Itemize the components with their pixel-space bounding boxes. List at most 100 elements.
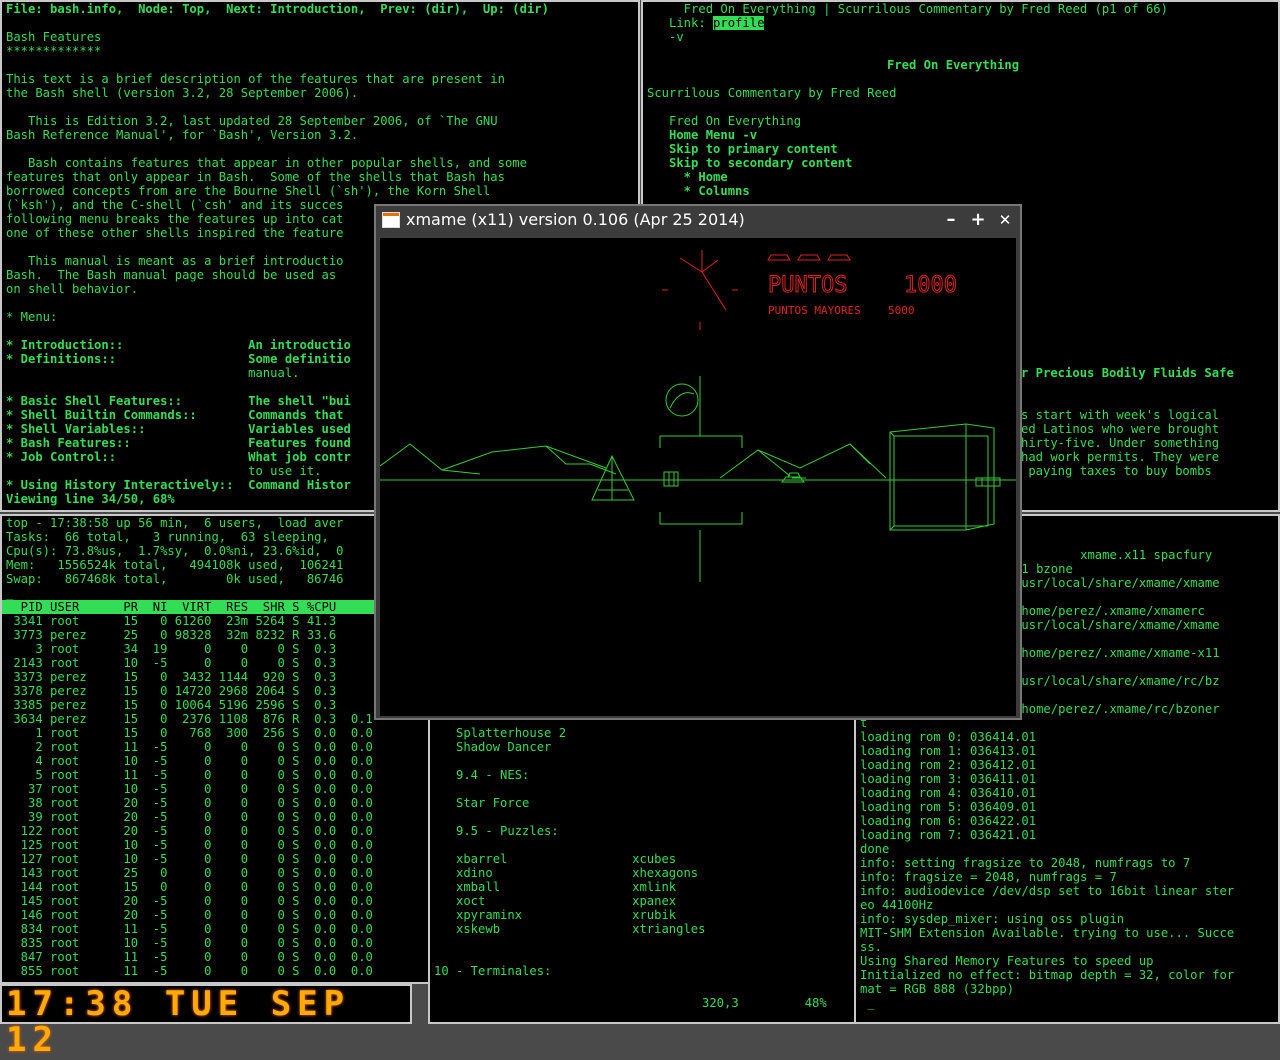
clock-display: 17:38 TUE SEP 12 [0, 984, 412, 1058]
log-line: info: fragsize = 2048, numfrags = 7 [860, 870, 1117, 884]
info-line [2, 142, 638, 156]
xmame-title: xmame (x11) version 0.106 (Apr 25 2014) [406, 210, 745, 229]
doc-line: xpyraminx xrubik [434, 908, 677, 922]
table-row: 37 root 10 -5 0 0 0 S 0.0 0.0 [6, 782, 373, 796]
table-row: 847 root 11 -5 0 0 0 S 0.0 0.0 [6, 950, 373, 964]
info-line [2, 58, 638, 72]
lynx-v-line: -v [647, 30, 684, 44]
info-line: the Bash shell (version 3.2, 28 Septembe… [6, 86, 359, 100]
log-line: Using Shared Memory Features to speed up [860, 954, 1154, 968]
table-row: 3385 perez 15 0 10064 5196 2596 S 0.3 [6, 698, 337, 712]
doc-status-pct: 48% [804, 996, 827, 1010]
table-row: 39 root 20 -5 0 0 0 S 0.0 0.0 [6, 810, 373, 824]
lynx-heading: Fred On Everything [887, 58, 1020, 72]
doc-line: Star Force [434, 796, 530, 810]
lynx-nav-item: Skip to secondary content [647, 156, 853, 170]
lynx-body-line: hirty-five. Under something [1021, 436, 1220, 450]
xmame-titlebar[interactable]: xmame (x11) version 0.106 (Apr 25 2014) … [376, 206, 1020, 234]
top-summary-line: Cpu(s): 73.8%us, 1.7%sy, 0.0%ni, 23.6%id… [6, 544, 344, 558]
top-terminal[interactable]: top - 17:38:58 up 56 min, 6 users, load … [0, 514, 430, 984]
lynx-body-line: ed Latinos who were brought [1021, 422, 1220, 436]
table-row: 3 root 34 19 0 0 0 S 0.3 [6, 642, 337, 656]
doc-line [430, 838, 854, 852]
table-row: 1 root 15 0 768 300 256 S 0.0 0.0 [6, 726, 373, 740]
log-line: done [860, 842, 890, 856]
table-row: 146 root 20 -5 0 0 0 S 0.0 0.0 [6, 908, 373, 922]
log-line: loading rom 0: 036414.01 [860, 730, 1037, 744]
log-line: loading rom 5: 036409.01 [860, 800, 1037, 814]
table-row: 835 root 10 -5 0 0 0 S 0.0 0.0 [6, 936, 373, 950]
log-line: loading rom 4: 036410.01 [860, 786, 1037, 800]
log-line: _ [860, 996, 875, 1010]
table-row: 125 root 10 -5 0 0 0 S 0.0 0.0 [6, 838, 373, 852]
table-row: 122 root 20 -5 0 0 0 S 0.0 0.0 [6, 824, 373, 838]
top-summary-line: top - 17:38:58 up 56 min, 6 users, load … [6, 516, 344, 530]
info-line: borrowed concepts from are the Bourne Sh… [6, 184, 491, 198]
table-row: 38 root 20 -5 0 0 0 S 0.0 0.0 [6, 796, 373, 810]
cube-obstacle [889, 423, 995, 531]
log-line: info: setting fragsize to 2048, numfrags… [860, 856, 1191, 870]
doc-status-pos: 320,3 [702, 996, 739, 1010]
doc-line: Shadow Dancer [434, 740, 552, 754]
log-line: ss. [860, 940, 883, 954]
lynx-nav-item: Home Menu -v [647, 128, 758, 142]
score-value: 1000 [904, 273, 957, 298]
doc-line [430, 810, 854, 824]
info-line: This is Edition 3.2, last updated 28 Sep… [6, 114, 498, 128]
table-row: 3634 perez 15 0 2376 1108 876 R 0.3 0.1 [6, 712, 373, 726]
table-row: 3373 perez 15 0 3432 1144 920 S 0.3 [6, 670, 337, 684]
table-row: 2 root 11 -5 0 0 0 S 0.0 0.0 [6, 740, 373, 754]
doc-line [430, 782, 854, 796]
lynx-title-line: Fred On Everything | Scurrilous Commenta… [647, 2, 1168, 16]
moon-icon [665, 383, 699, 417]
table-row: 145 root 20 -5 0 0 0 S 0.0 0.0 [6, 894, 373, 908]
info-line: features that only appear in Bash. Some … [6, 170, 505, 184]
lynx-link-value[interactable]: profile [713, 16, 765, 30]
info-header: File: bash.info, Node: Top, Next: Introd… [6, 2, 549, 16]
game-vector-display: PUNTOS 1000 PUNTOS MAYORES 5000 [379, 250, 1016, 582]
game-screen[interactable]: PUNTOS 1000 PUNTOS MAYORES 5000 [379, 238, 1016, 716]
lynx-link-line: Link: profile [643, 16, 1278, 30]
doc-status-line: 320,3 48% [430, 996, 831, 1010]
log-line: loading rom 6: 036422.01 [860, 814, 1037, 828]
lynx-link-label: Link: [647, 16, 714, 30]
crosshair-icon [659, 376, 743, 582]
doc-line: xbarrel xcubes [434, 852, 677, 866]
pyramid-obstacle [591, 454, 635, 501]
lynx-nav: Fred On Everything Home Menu -v Skip to … [643, 114, 1278, 198]
log-line: eo 44100Hz [860, 898, 934, 912]
info-line: ************* [6, 44, 102, 58]
top-summary-line: _ [6, 586, 14, 600]
table-row: 144 root 15 0 0 0 0 S 0.0 0.0 [6, 880, 373, 894]
info-line: Bash Reference Manual', for `Bash', Vers… [6, 128, 359, 142]
doc-line [430, 754, 854, 768]
top-summary-line: Mem: 1556524k total, 494108k used, 10624… [6, 558, 344, 572]
doc-line [430, 936, 854, 950]
mountain-range-right [719, 443, 887, 479]
doc-line: 9.4 - NES: [434, 768, 530, 782]
table-row: 3773 perez 25 0 98328 32m 8232 R 33.6 [6, 628, 337, 642]
lynx-nav-item: Fred On Everything [647, 114, 802, 128]
table-row: 3378 perez 15 0 14720 2968 2064 S 0.3 [6, 684, 337, 698]
table-row: 2143 root 10 -5 0 0 0 S 0.3 [6, 656, 337, 670]
minimize-button[interactable]: – [940, 206, 962, 234]
log-line: MIT-SHM Extension Available. trying to u… [860, 926, 1235, 940]
lives-tank-icons [767, 254, 851, 261]
hiscore-value: 5000 [888, 304, 915, 317]
table-row: 127 root 10 -5 0 0 0 S 0.0 0.0 [6, 852, 373, 866]
lynx-nav-item: * Home [647, 170, 728, 184]
maximize-button[interactable]: + [967, 206, 989, 234]
log-line: Initialized no effect: bitmap depth = 32… [860, 968, 1235, 982]
close-button[interactable]: ✕ [994, 206, 1016, 234]
top-summary-line: Swap: 867468k total, 0k used, 86746 [6, 572, 344, 586]
info-line: This text is a brief description of the … [6, 72, 505, 86]
log-line: loading rom 2: 036412.01 [860, 758, 1037, 772]
score-label: PUNTOS [768, 273, 847, 298]
xmame-window[interactable]: xmame (x11) version 0.106 (Apr 25 2014) … [374, 204, 1022, 720]
log-line: info: sysdep_mixer: using oss plugin [860, 912, 1125, 926]
log-line: loading rom 7: 036421.01 [860, 828, 1037, 842]
lynx-body-line: paying taxes to buy bombs [1021, 464, 1212, 478]
log-line: loading rom 1: 036413.01 [860, 744, 1037, 758]
top-summary-line: Tasks: 66 total, 3 running, 63 sleeping, [6, 530, 329, 544]
doc-line: xmball xmlink [434, 880, 677, 894]
